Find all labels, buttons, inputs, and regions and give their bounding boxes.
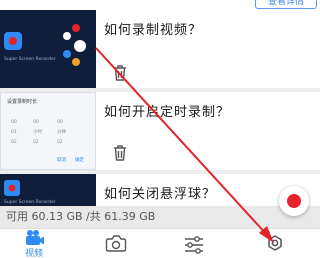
- tutorial-card-close-floating-ball[interactable]: Super Screen Recorder 如何关闭悬浮球？: [0, 174, 320, 206]
- gear-icon: [268, 235, 282, 251]
- thumb-cancel: 取消: [57, 156, 66, 163]
- tutorial-card-record-video[interactable]: Super Screen Recorder 如何录制视频？: [0, 10, 320, 88]
- svg-text:分钟: 分钟: [57, 128, 66, 135]
- card-title: 如何录制视频？: [104, 23, 203, 38]
- svg-text:00: 00: [33, 119, 39, 125]
- sliders-icon: [185, 236, 203, 254]
- tutorial-thumbnail: 设置录制时长 00 00 00 01 小时 分钟 02 02 02 取消 确定: [0, 92, 96, 170]
- storage-info: 可用 60.13 GB /共 61.39 GB: [0, 206, 320, 228]
- card-title: 如何关闭悬浮球？: [104, 187, 217, 202]
- thumb-caption: Super Screen Recorder: [4, 199, 56, 205]
- bottom-navigation: 视频: [0, 228, 320, 258]
- floating-record-ball[interactable]: [279, 186, 309, 216]
- tutorial-thumbnail: Super Screen Recorder: [0, 174, 96, 206]
- video-camera-icon: [26, 230, 44, 245]
- nav-tab-tools[interactable]: [181, 229, 207, 258]
- nav-label: 视频: [24, 249, 43, 258]
- nav-tab-video[interactable]: 视频: [17, 229, 51, 258]
- thumb-caption: 设置录制时长: [7, 98, 37, 105]
- top-strip: 查看详情: [0, 0, 320, 10]
- svg-text:01: 01: [11, 129, 17, 135]
- tutorial-card-scheduled-recording[interactable]: 设置录制时长 00 00 00 01 小时 分钟 02 02 02 取消 确定 如何开启定时…: [0, 92, 320, 170]
- camera-icon: [105, 235, 127, 252]
- svg-text:小时: 小时: [33, 128, 42, 135]
- thumb-confirm: 确定: [75, 156, 84, 163]
- tutorial-thumbnail: Super Screen Recorder: [0, 10, 96, 88]
- svg-text:02: 02: [11, 139, 17, 145]
- record-dot-icon: [287, 194, 301, 208]
- nav-tab-screenshot[interactable]: [103, 229, 129, 258]
- svg-text:02: 02: [33, 139, 39, 145]
- svg-text:00: 00: [57, 119, 63, 125]
- svg-text:00: 00: [11, 119, 17, 125]
- nav-tab-settings[interactable]: [262, 229, 288, 258]
- svg-text:02: 02: [57, 139, 63, 145]
- card-title: 如何开启定时录制？: [104, 105, 231, 120]
- trash-icon[interactable]: [112, 64, 128, 82]
- thumb-caption: Super Screen Recorder: [4, 56, 56, 62]
- trash-icon[interactable]: [112, 144, 128, 162]
- view-details-button[interactable]: 查看详情: [255, 0, 317, 9]
